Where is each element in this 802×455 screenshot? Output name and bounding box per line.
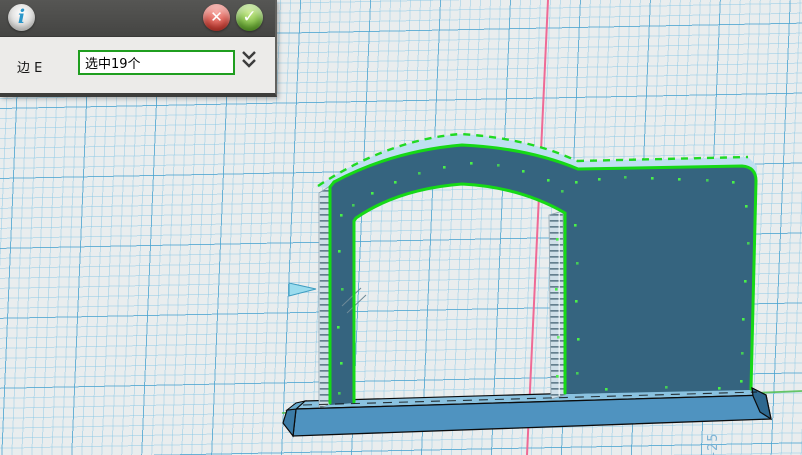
edge-field-label: 边 E [17, 57, 42, 76]
grid-coordinate-label: 0-25 [706, 396, 722, 455]
arched-wall[interactable] [316, 134, 757, 409]
edge-selection-input[interactable] [78, 50, 235, 75]
wall-left-side-face[interactable] [319, 186, 330, 409]
dialog-body: 边 E [0, 37, 275, 94]
cancel-button[interactable]: ✕ [203, 4, 230, 31]
direction-arrow-icon[interactable] [289, 283, 316, 296]
y-axis-line [527, 0, 548, 455]
double-chevron-down-icon[interactable] [240, 49, 258, 71]
edge-selection-dialog[interactable]: i ✕ ✓ 边 E [0, 0, 277, 97]
dialog-titlebar[interactable]: i ✕ ✓ [0, 0, 275, 37]
info-icon: i [8, 4, 35, 31]
wall-front-face[interactable] [330, 145, 756, 405]
confirm-button[interactable]: ✓ [236, 4, 263, 31]
